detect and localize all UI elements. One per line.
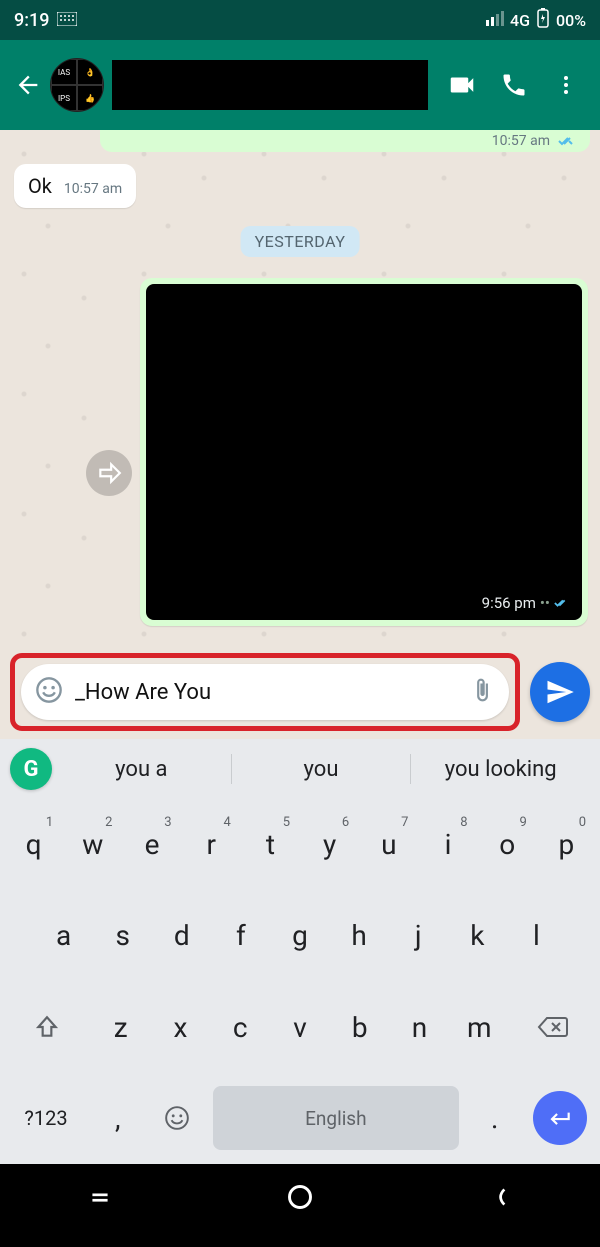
message-time: 10:57 am xyxy=(492,133,550,149)
key-j[interactable]: j xyxy=(391,904,446,968)
backspace-key[interactable] xyxy=(511,995,594,1059)
compose-field[interactable] xyxy=(21,664,509,720)
read-receipt-icon xyxy=(558,135,576,147)
more-options-button[interactable] xyxy=(540,59,592,111)
key-s[interactable]: s xyxy=(95,904,150,968)
compose-bar xyxy=(0,649,600,739)
read-receipt-icon xyxy=(554,595,570,611)
key-y[interactable]: y6 xyxy=(302,813,357,877)
key-o[interactable]: o9 xyxy=(480,813,535,877)
key-x[interactable]: x xyxy=(153,995,209,1059)
forward-button[interactable] xyxy=(86,450,132,496)
key-w[interactable]: w2 xyxy=(65,813,120,877)
key-m[interactable]: m xyxy=(451,995,507,1059)
contact-name-redacted[interactable] xyxy=(112,60,428,110)
read-receipt-icon: •• xyxy=(540,594,550,612)
keyboard-row-3: zxcvbnm xyxy=(0,982,600,1073)
back-nav-button[interactable] xyxy=(487,1184,513,1217)
key-p[interactable]: p0 xyxy=(539,813,594,877)
shift-key[interactable] xyxy=(6,995,89,1059)
outgoing-image-message[interactable]: 9:56 pm •• xyxy=(140,278,588,626)
key-v[interactable]: v xyxy=(272,995,328,1059)
contact-avatar[interactable]: IAS👌IPS👍 xyxy=(50,58,104,112)
message-image-redacted[interactable]: 9:56 pm •• xyxy=(146,284,582,620)
app-bar: IAS👌IPS👍 xyxy=(0,40,600,130)
message-text: Ok xyxy=(28,174,52,198)
period-key[interactable]: . xyxy=(467,1086,522,1150)
navigation-bar xyxy=(0,1164,600,1236)
key-q[interactable]: q1 xyxy=(6,813,61,877)
incoming-message[interactable]: Ok 10:57 am xyxy=(14,164,136,208)
key-a[interactable]: a xyxy=(36,904,91,968)
keyboard-row-1: q1w2e3r4t5y6u7i8o9p0 xyxy=(0,799,600,890)
key-r[interactable]: r4 xyxy=(184,813,239,877)
status-bar: 9:19 4G 00% xyxy=(0,0,600,40)
key-c[interactable]: c xyxy=(212,995,268,1059)
battery-icon xyxy=(536,8,550,32)
key-i[interactable]: i8 xyxy=(420,813,475,877)
space-key[interactable]: English xyxy=(213,1086,459,1150)
keyboard: G you a you you looking q1w2e3r4t5y6u7i8… xyxy=(0,739,600,1164)
compose-highlight xyxy=(10,653,520,731)
suggestion[interactable]: you a xyxy=(52,757,231,782)
voice-call-button[interactable] xyxy=(488,59,540,111)
chat-area[interactable]: 10:57 am Ok 10:57 am YESTERDAY 9:56 pm •… xyxy=(0,130,600,649)
recent-apps-button[interactable] xyxy=(87,1184,113,1217)
home-button[interactable] xyxy=(286,1183,314,1218)
key-k[interactable]: k xyxy=(450,904,505,968)
message-time: 9:56 pm xyxy=(482,594,536,612)
key-f[interactable]: f xyxy=(213,904,268,968)
keyboard-row-4: ?123 , English . xyxy=(0,1073,600,1164)
key-g[interactable]: g xyxy=(272,904,327,968)
emoji-key[interactable] xyxy=(149,1086,204,1150)
emoji-button[interactable] xyxy=(35,676,63,708)
enter-key[interactable] xyxy=(526,1086,594,1150)
send-button[interactable] xyxy=(530,662,590,722)
message-input[interactable] xyxy=(75,680,457,705)
network-label: 4G xyxy=(510,11,530,30)
key-b[interactable]: b xyxy=(332,995,388,1059)
date-separator: YESTERDAY xyxy=(241,226,360,257)
suggestion[interactable]: you looking xyxy=(411,757,590,782)
suggestion[interactable]: you xyxy=(232,757,411,782)
outgoing-message-partial: 10:57 am xyxy=(100,130,590,152)
key-l[interactable]: l xyxy=(509,904,564,968)
symbols-key[interactable]: ?123 xyxy=(6,1086,86,1150)
suggestion-bar: G you a you you looking xyxy=(0,739,600,799)
keyboard-indicator-icon xyxy=(57,10,77,31)
keyboard-row-2: asdfghjkl xyxy=(0,890,600,981)
grammarly-icon[interactable]: G xyxy=(10,748,52,790)
key-d[interactable]: d xyxy=(154,904,209,968)
signal-icon xyxy=(486,10,504,30)
back-button[interactable] xyxy=(8,65,48,105)
key-z[interactable]: z xyxy=(93,995,149,1059)
key-h[interactable]: h xyxy=(332,904,387,968)
key-u[interactable]: u7 xyxy=(361,813,416,877)
key-t[interactable]: t5 xyxy=(243,813,298,877)
key-e[interactable]: e3 xyxy=(124,813,179,877)
battery-label: 00% xyxy=(556,11,586,30)
attach-button[interactable] xyxy=(469,677,495,707)
message-time: 10:57 am xyxy=(64,181,122,197)
comma-key[interactable]: , xyxy=(90,1086,145,1150)
key-n[interactable]: n xyxy=(392,995,448,1059)
video-call-button[interactable] xyxy=(436,59,488,111)
status-time: 9:19 xyxy=(14,10,49,31)
